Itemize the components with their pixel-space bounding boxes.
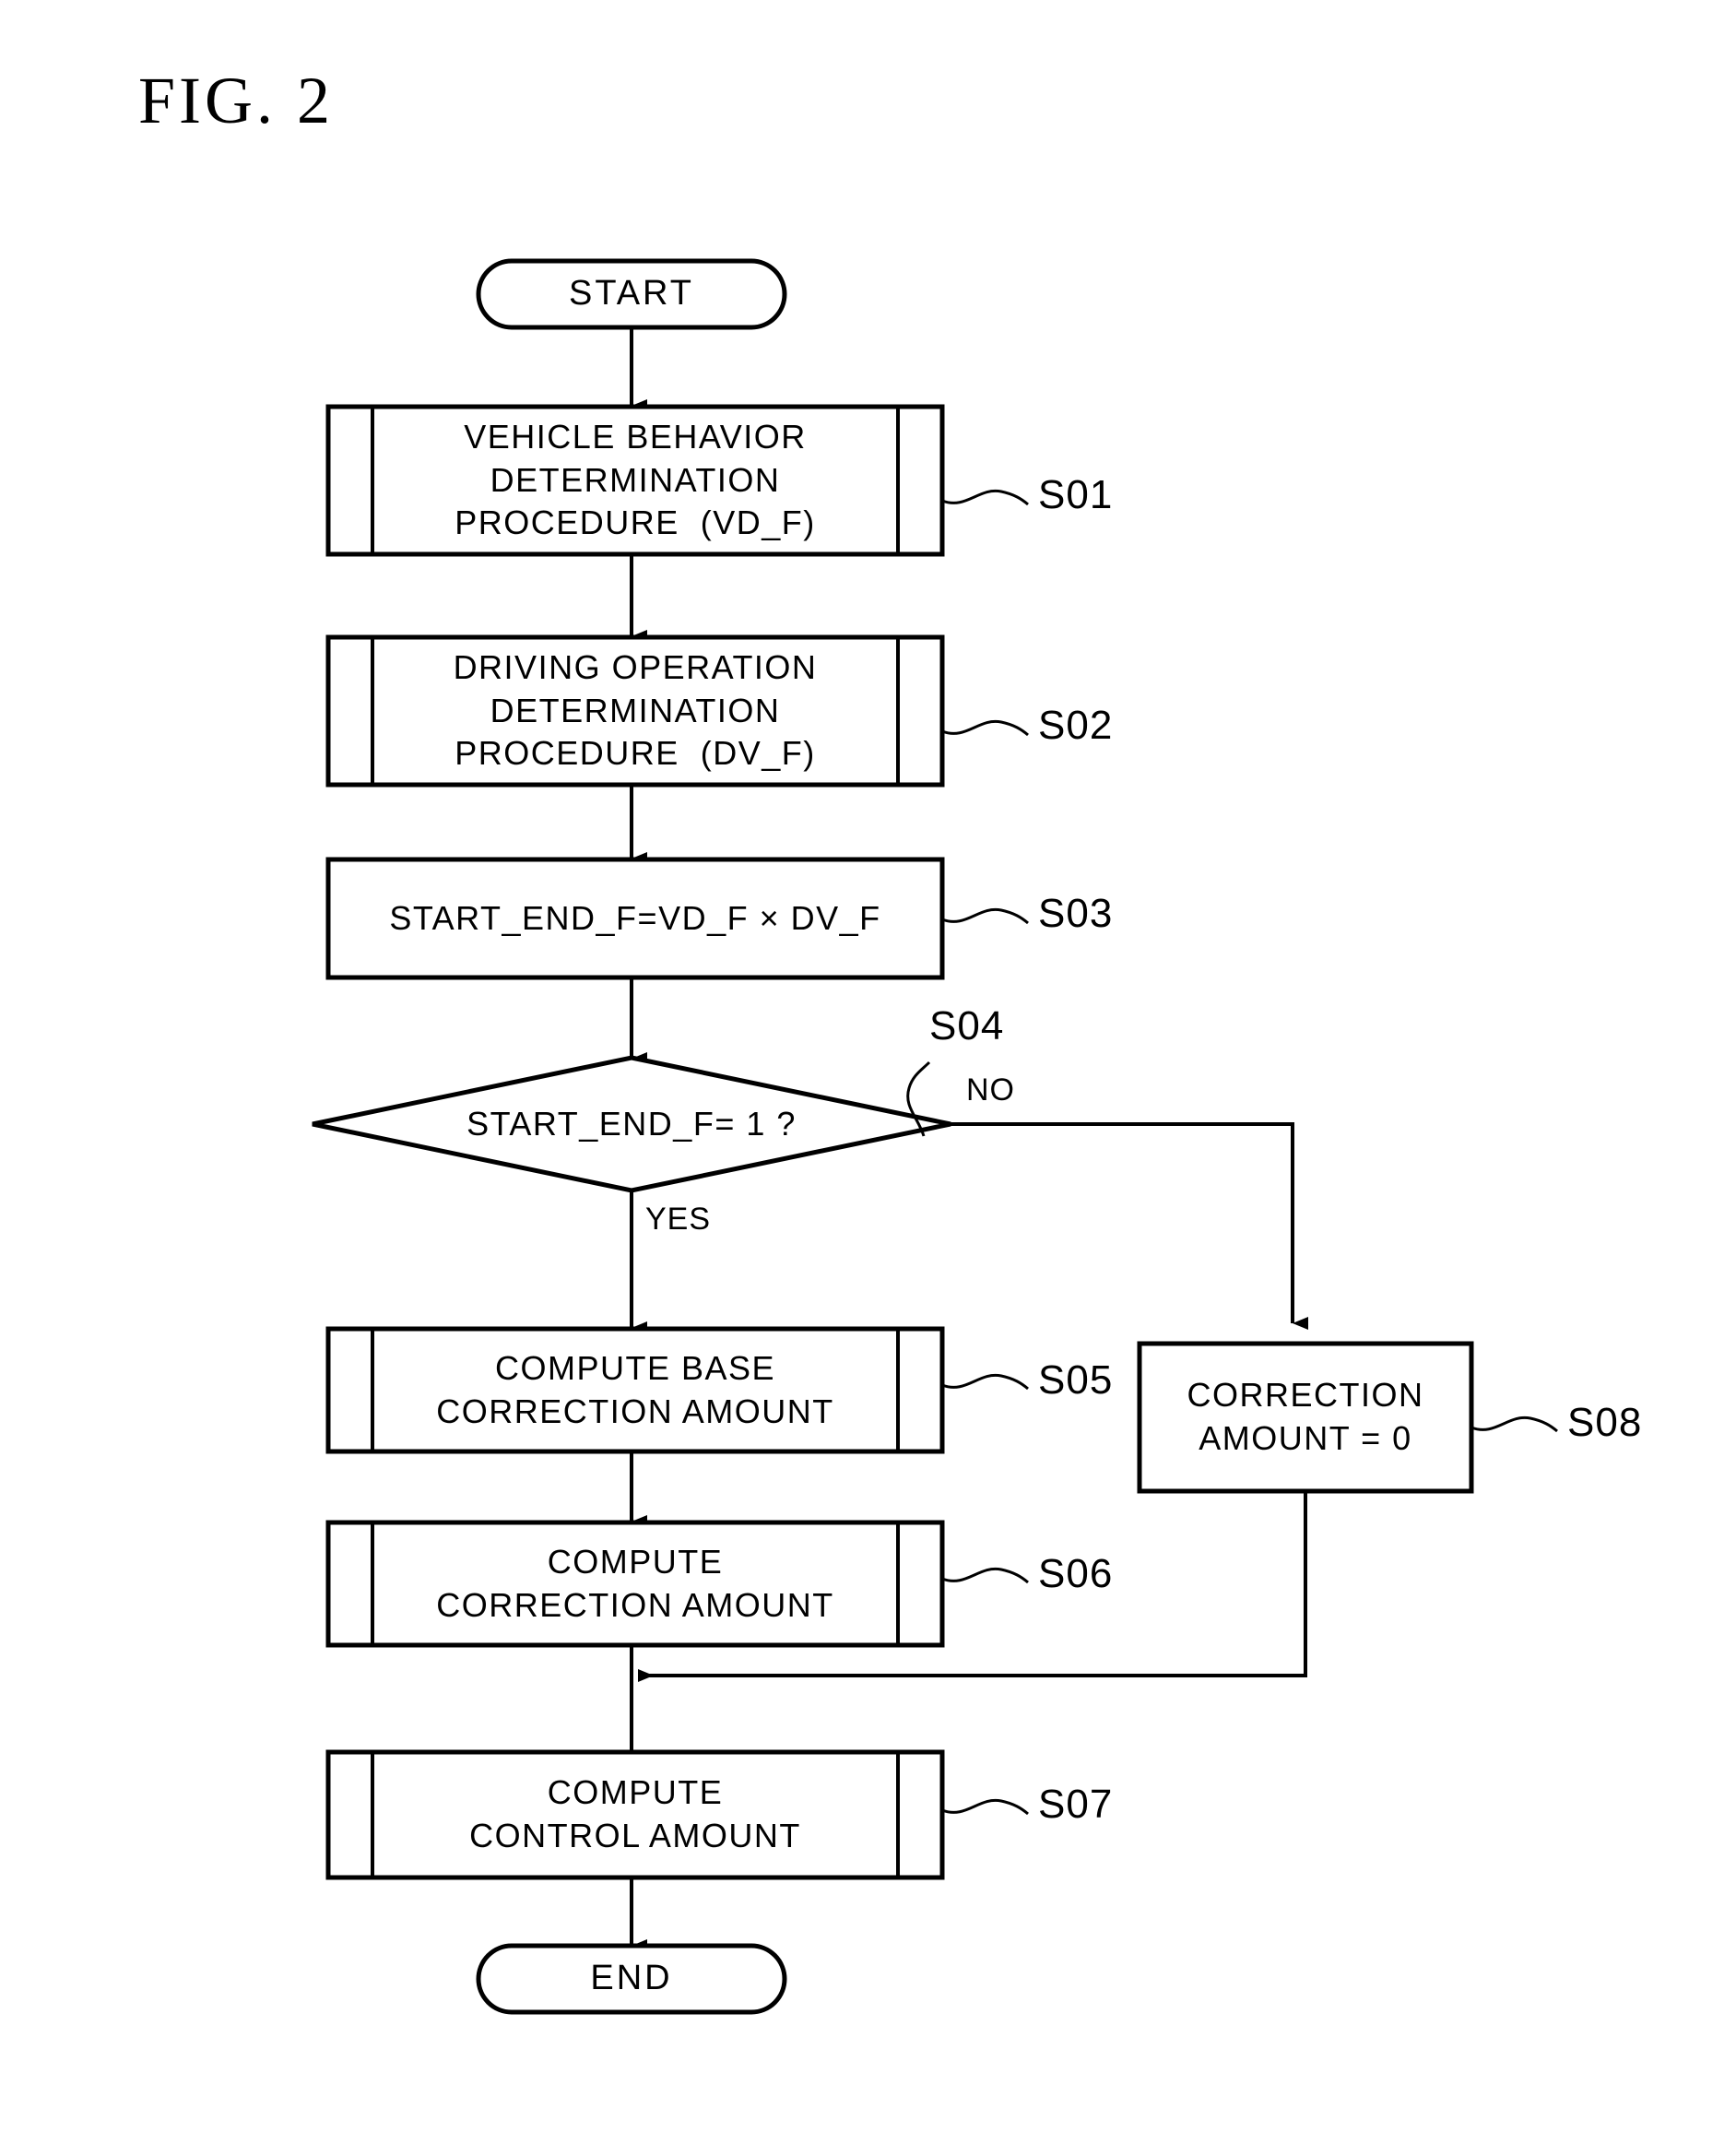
leader-s01 [941, 489, 1029, 506]
step-tag-s02: S02 [1038, 703, 1114, 748]
figure-page: FIG. 2 START VEHICLE BEHAVIOR DETERMINAT… [0, 0, 1736, 2144]
step-tag-s07: S07 [1038, 1782, 1114, 1827]
branch-label-no: NO [966, 1072, 1015, 1108]
flowchart-canvas [312, 258, 1558, 2015]
node-s04 [312, 1055, 951, 1193]
leader-s08 [1470, 1416, 1558, 1433]
node-s08 [1137, 1341, 1474, 1494]
connector-s04-no-to-s08 [951, 1122, 1308, 1330]
step-tag-s03: S03 [1038, 891, 1114, 936]
leader-s05 [941, 1373, 1029, 1391]
node-s07 [325, 1749, 945, 1880]
node-s02 [325, 634, 945, 788]
leader-s03 [941, 907, 1029, 925]
leader-s07 [941, 1798, 1029, 1816]
step-tag-s08: S08 [1567, 1400, 1643, 1445]
step-tag-s04: S04 [929, 1003, 1005, 1048]
leader-s06 [941, 1567, 1029, 1584]
node-s06 [325, 1520, 945, 1648]
leader-s02 [941, 719, 1029, 737]
node-s01 [325, 404, 945, 557]
step-tag-s06: S06 [1038, 1551, 1114, 1596]
step-tag-s05: S05 [1038, 1357, 1114, 1403]
step-tag-s01: S01 [1038, 472, 1114, 517]
branch-label-yes: YES [645, 1202, 712, 1237]
node-s05 [325, 1326, 945, 1454]
node-end [476, 1943, 787, 2015]
node-s03 [325, 857, 945, 980]
node-start [476, 258, 787, 330]
